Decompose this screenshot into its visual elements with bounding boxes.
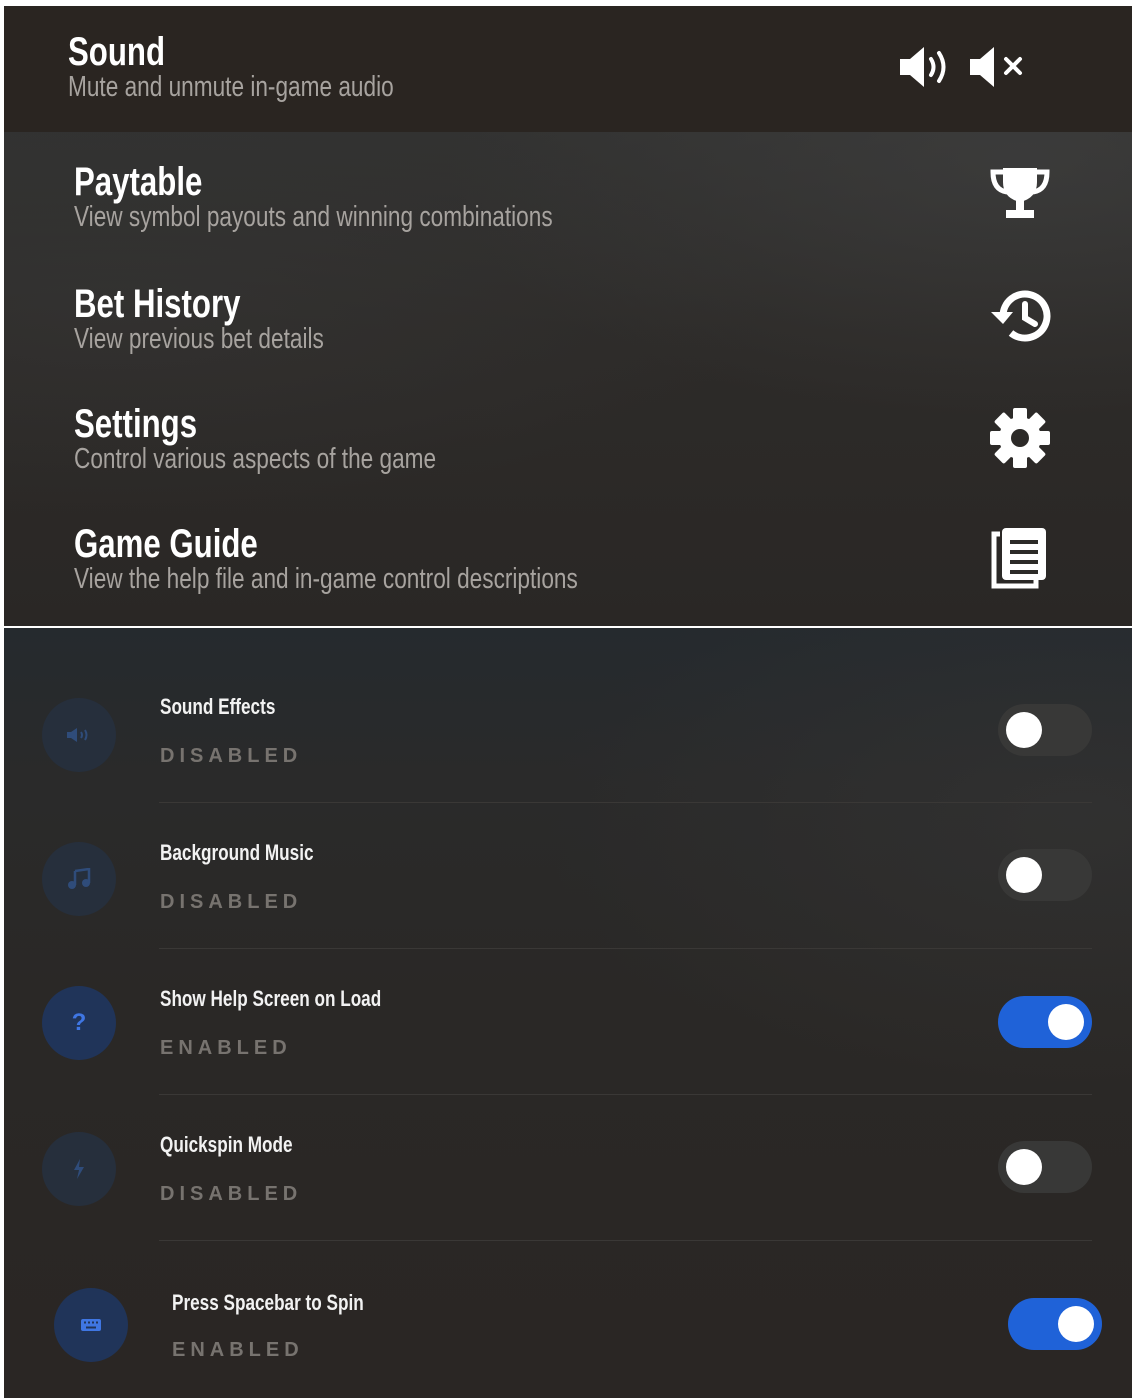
toggle-knob: [1058, 1306, 1094, 1342]
divider: [159, 1094, 1092, 1095]
setting-title: Show Help Screen on Load: [160, 986, 382, 1011]
sound-title: Sound: [68, 30, 166, 74]
setting-title: Sound Effects: [160, 694, 276, 719]
sound-row: Sound Mute and unmute in-game audio: [4, 6, 1132, 132]
speaker-icon: [42, 698, 116, 772]
menu-item-description: View the help file and in-game control d…: [74, 563, 578, 595]
menu-item-game-guide[interactable]: Game Guide View the help file and in-gam…: [4, 486, 1132, 626]
setting-title: Press Spacebar to Spin: [172, 1290, 364, 1315]
show-help-toggle[interactable]: [998, 996, 1092, 1048]
menu-item-title: Game Guide: [74, 522, 258, 566]
keyboard-icon: [54, 1288, 128, 1362]
menu-item-title: Settings: [74, 402, 198, 446]
menu-item-description: View symbol payouts and winning combinat…: [74, 201, 553, 233]
setting-status: ENABLED: [160, 1037, 292, 1059]
setting-status: ENABLED: [172, 1339, 304, 1361]
menu-item-settings[interactable]: Settings Control various aspects of the …: [4, 368, 1132, 486]
divider: [159, 948, 1092, 949]
menu-item-title: Bet History: [74, 282, 241, 326]
divider: [159, 1240, 1092, 1241]
setting-title: Quickspin Mode: [160, 1132, 293, 1157]
menu-item-bet-history[interactable]: Bet History View previous bet details: [4, 250, 1132, 368]
setting-row-background-music: Background Music DISABLED: [4, 804, 1132, 950]
setting-status: DISABLED: [160, 1183, 303, 1205]
document-icon: [990, 524, 1052, 595]
background-music-toggle[interactable]: [998, 849, 1092, 901]
setting-row-spacebar-spin: Press Spacebar to Spin ENABLED: [4, 1242, 1132, 1388]
menu-item-title: Paytable: [74, 160, 203, 204]
quickspin-toggle[interactable]: [998, 1141, 1092, 1193]
sound-description: Mute and unmute in-game audio: [68, 71, 394, 103]
toggle-knob: [1006, 1149, 1042, 1185]
setting-status: DISABLED: [160, 745, 303, 767]
gear-icon: [988, 406, 1052, 475]
menu-list: Paytable View symbol payouts and winning…: [4, 132, 1132, 626]
setting-title: Background Music: [160, 840, 314, 865]
volume-mute-icon[interactable]: [968, 44, 1030, 95]
volume-on-icon[interactable]: [898, 44, 958, 95]
menu-item-description: View previous bet details: [74, 323, 324, 355]
menu-item-description: Control various aspects of the game: [74, 443, 437, 475]
settings-panel: Sound Effects DISABLED Background Music …: [4, 628, 1132, 1398]
divider: [159, 802, 1092, 803]
question-icon: ?: [42, 986, 116, 1060]
toggle-knob: [1006, 857, 1042, 893]
setting-row-sound-effects: Sound Effects DISABLED: [4, 658, 1132, 804]
setting-row-show-help: ? Show Help Screen on Load ENABLED: [4, 950, 1132, 1096]
toggle-knob: [1048, 1004, 1084, 1040]
history-icon: [989, 286, 1051, 351]
menu-item-paytable[interactable]: Paytable View symbol payouts and winning…: [4, 132, 1132, 250]
music-note-icon: [42, 842, 116, 916]
trophy-icon: [989, 166, 1051, 225]
game-menu-panel: Sound Mute and unmute in-game audio Payt…: [4, 6, 1132, 626]
toggle-knob: [1006, 712, 1042, 748]
sound-effects-toggle[interactable]: [998, 704, 1092, 756]
setting-row-quickspin: Quickspin Mode DISABLED: [4, 1096, 1132, 1242]
setting-status: DISABLED: [160, 891, 303, 913]
spacebar-spin-toggle[interactable]: [1008, 1298, 1102, 1350]
lightning-icon: [42, 1132, 116, 1206]
